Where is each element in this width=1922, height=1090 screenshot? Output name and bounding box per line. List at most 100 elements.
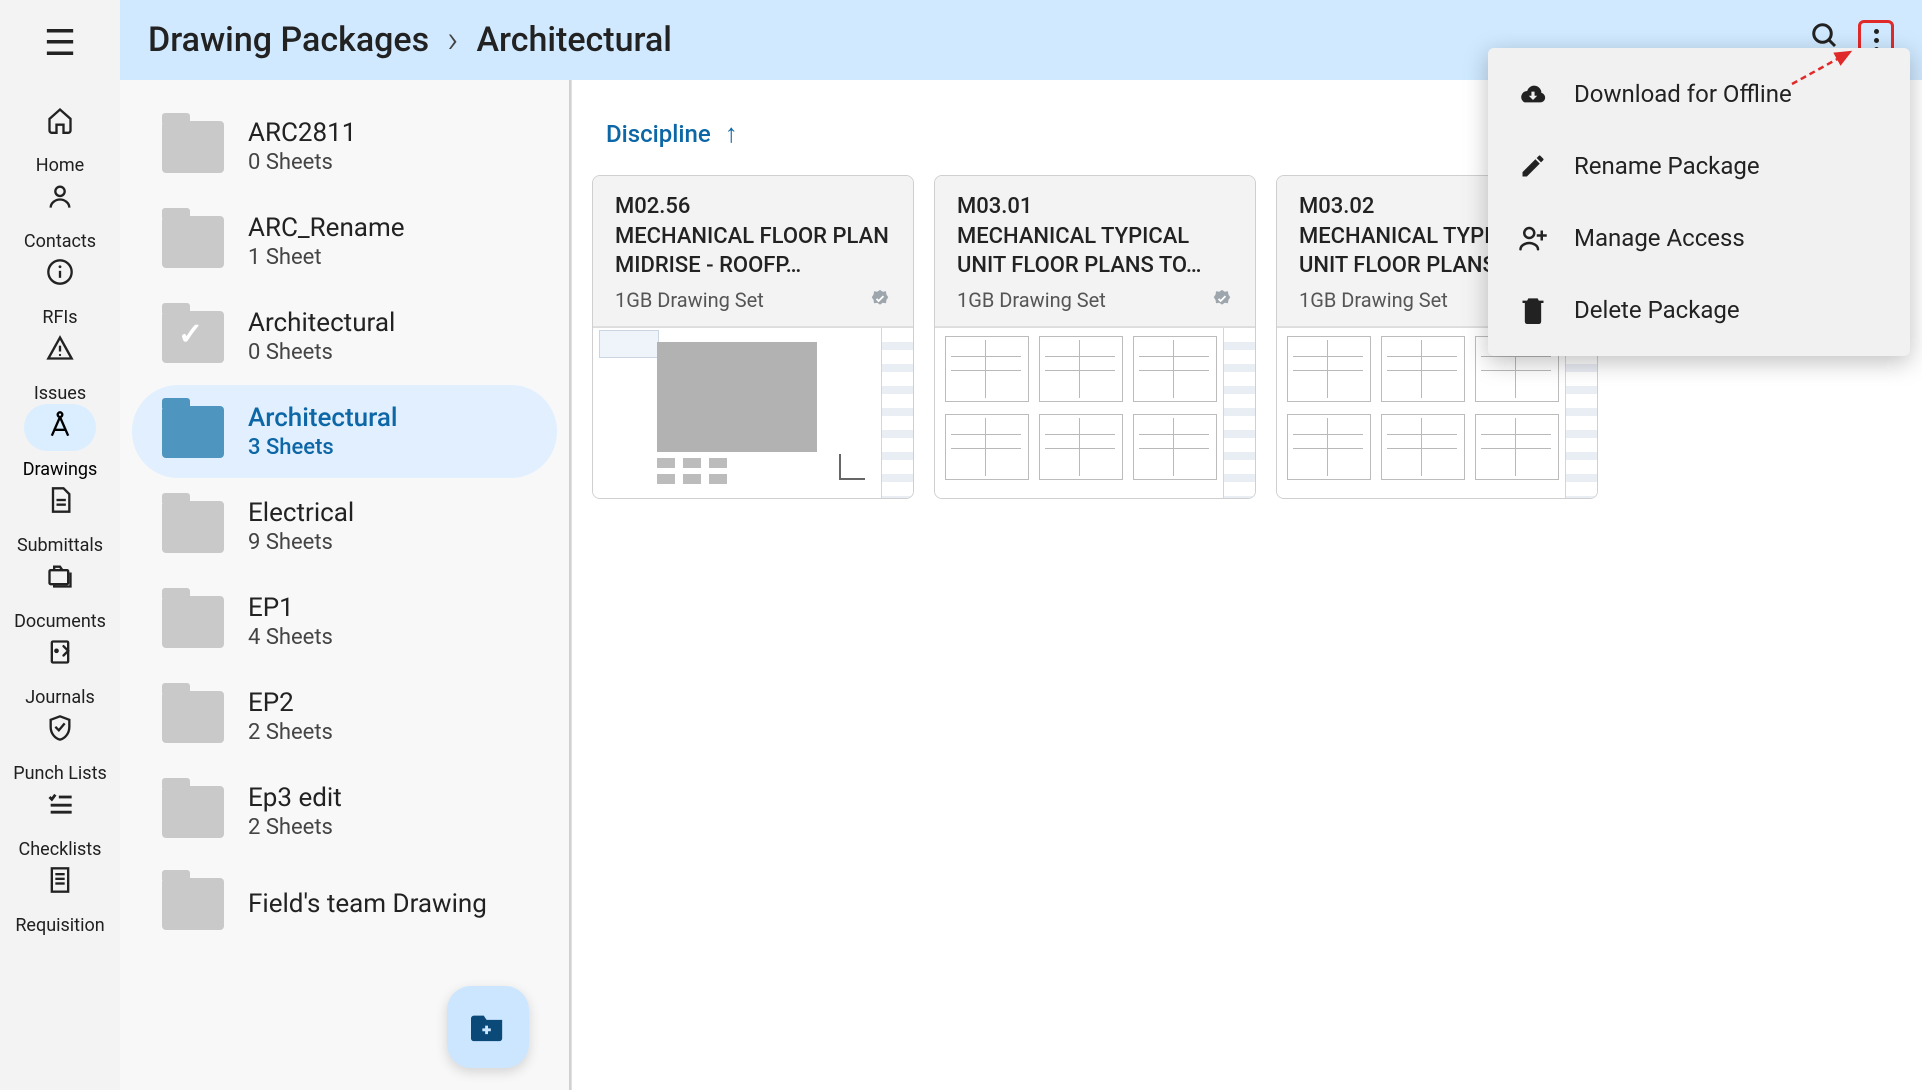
trash-icon bbox=[1516, 296, 1550, 324]
add-folder-fab[interactable] bbox=[447, 986, 529, 1068]
sidebar-item-journals[interactable]: Journals bbox=[13, 632, 107, 708]
verified-badge-icon bbox=[869, 289, 891, 311]
card-drawing-set: 1GB Drawing Set bbox=[615, 288, 764, 312]
chevron-right-icon: › bbox=[447, 21, 458, 59]
folder-sheet-count: 2 Sheets bbox=[248, 815, 342, 840]
journal-icon bbox=[46, 640, 74, 673]
cloud-download-icon bbox=[1516, 82, 1550, 106]
sidebar-item-punch-lists[interactable]: Punch Lists bbox=[13, 708, 107, 784]
folder-sheet-count: 9 Sheets bbox=[248, 530, 354, 555]
menu-manage-access[interactable]: Manage Access bbox=[1488, 202, 1910, 274]
menu-label: Rename Package bbox=[1574, 152, 1760, 180]
main-area: Drawing Packages › Architectural Downloa… bbox=[120, 0, 1922, 1090]
menu-delete-package[interactable]: Delete Package bbox=[1488, 274, 1910, 346]
card-code: M02.56 bbox=[615, 194, 891, 219]
breadcrumb-root[interactable]: Drawing Packages bbox=[148, 20, 429, 60]
folder-name: Ep3 edit bbox=[248, 783, 342, 813]
compass-icon bbox=[46, 412, 74, 445]
folder-icon bbox=[162, 501, 224, 553]
folder-sheet-count: 3 Sheets bbox=[248, 435, 397, 460]
folder-sheet-count: 1 Sheet bbox=[248, 245, 405, 270]
card-drawing-set: 1GB Drawing Set bbox=[957, 288, 1106, 312]
folder-sheet-count: 4 Sheets bbox=[248, 625, 333, 650]
sort-label: Discipline bbox=[606, 120, 711, 148]
drawing-card[interactable]: M02.56 MECHANICAL FLOOR PLAN MIDRISE - RO… bbox=[592, 175, 914, 499]
verified-badge-icon bbox=[1211, 289, 1233, 311]
sidebar-item-label: Drawings bbox=[23, 459, 98, 480]
hamburger-menu-icon[interactable]: ☰ bbox=[44, 22, 76, 64]
sidebar-item-label: Issues bbox=[34, 383, 86, 404]
folder-item[interactable]: Architectural0 Sheets bbox=[132, 290, 557, 383]
folder-icon bbox=[162, 216, 224, 268]
checklist-icon bbox=[46, 792, 74, 825]
folder-name: ARC_Rename bbox=[248, 213, 405, 243]
card-thumbnail bbox=[935, 327, 1255, 498]
sidebar-item-label: RFIs bbox=[42, 307, 77, 328]
menu-rename-package[interactable]: Rename Package bbox=[1488, 130, 1910, 202]
info-icon bbox=[46, 260, 74, 293]
folder-item[interactable]: EP22 Sheets bbox=[132, 670, 557, 763]
folder-item[interactable]: Electrical9 Sheets bbox=[132, 480, 557, 573]
sidebar-item-documents[interactable]: Documents bbox=[13, 556, 107, 632]
sidebar-item-rfis[interactable]: RFIs bbox=[13, 252, 107, 328]
sidebar-item-issues[interactable]: Issues bbox=[13, 328, 107, 404]
card-title: MECHANICAL TYPICAL UNIT FLOOR PLANS TO… bbox=[957, 223, 1233, 280]
arrow-up-icon: ↑ bbox=[725, 118, 738, 149]
menu-label: Download for Offline bbox=[1574, 80, 1792, 108]
folder-icon bbox=[162, 878, 224, 930]
folder-icon bbox=[162, 691, 224, 743]
menu-download-offline[interactable]: Download for Offline bbox=[1488, 58, 1910, 130]
sidebar-item-label: Journals bbox=[25, 687, 95, 708]
folder-item[interactable]: Field's team Drawing bbox=[132, 860, 557, 948]
receipt-icon bbox=[46, 868, 74, 901]
sidebar-item-drawings[interactable]: Drawings bbox=[13, 404, 107, 480]
sidebar-item-home[interactable]: Home bbox=[13, 100, 107, 176]
shield-icon bbox=[46, 716, 74, 749]
top-bar: Drawing Packages › Architectural Downloa… bbox=[120, 0, 1922, 80]
folder-sheet-count: 0 Sheets bbox=[248, 340, 395, 365]
sidebar-item-contacts[interactable]: Contacts bbox=[13, 176, 107, 252]
folder-icon bbox=[162, 406, 224, 458]
folder-list: ARC28110 SheetsARC_Rename1 SheetArchitec… bbox=[120, 80, 571, 1090]
menu-label: Manage Access bbox=[1574, 224, 1745, 252]
folder-item[interactable]: EP14 Sheets bbox=[132, 575, 557, 668]
sidebar-item-submittals[interactable]: Submittals bbox=[13, 480, 107, 556]
sidebar-item-label: Documents bbox=[14, 611, 106, 632]
menu-label: Delete Package bbox=[1574, 296, 1740, 324]
card-drawing-set: 1GB Drawing Set bbox=[1299, 288, 1448, 312]
sidebar-item-label: Contacts bbox=[24, 231, 96, 252]
folder-name: Electrical bbox=[248, 498, 354, 528]
note-icon bbox=[46, 488, 74, 521]
folder-name: Architectural bbox=[248, 308, 395, 338]
folder-name: EP2 bbox=[248, 688, 333, 718]
breadcrumb-current: Architectural bbox=[476, 20, 671, 60]
package-options-menu: Download for Offline Rename Package Mana… bbox=[1488, 48, 1910, 356]
sidebar-item-label: Home bbox=[36, 155, 84, 176]
sidebar-item-checklists[interactable]: Checklists bbox=[13, 784, 107, 860]
left-sidebar: ☰ Home Contacts RFIs Issues Drawings Submitta… bbox=[0, 0, 120, 1090]
sidebar-item-label: Submittals bbox=[17, 535, 103, 556]
folder-icon bbox=[162, 596, 224, 648]
folders-icon bbox=[46, 564, 74, 597]
folder-icon bbox=[162, 311, 224, 363]
folder-icon bbox=[162, 121, 224, 173]
person-add-icon bbox=[1516, 225, 1550, 251]
folder-name: Architectural bbox=[248, 403, 397, 433]
folder-item[interactable]: Architectural3 Sheets bbox=[132, 385, 557, 478]
folder-item[interactable]: ARC_Rename1 Sheet bbox=[132, 195, 557, 288]
warning-icon bbox=[46, 336, 74, 369]
sidebar-item-requisition[interactable]: Requisition bbox=[13, 860, 107, 936]
card-code: M03.01 bbox=[957, 194, 1233, 219]
sidebar-item-label: Checklists bbox=[19, 839, 102, 860]
folder-name: ARC2811 bbox=[248, 118, 356, 148]
folder-sheet-count: 2 Sheets bbox=[248, 720, 333, 745]
card-thumbnail bbox=[593, 327, 913, 498]
card-title: MECHANICAL FLOOR PLAN MIDRISE - ROOFP… bbox=[615, 223, 891, 280]
folder-name: Field's team Drawing bbox=[248, 889, 487, 919]
folder-sheet-count: 0 Sheets bbox=[248, 150, 356, 175]
folder-item[interactable]: Ep3 edit2 Sheets bbox=[132, 765, 557, 858]
folder-icon bbox=[162, 786, 224, 838]
folder-item[interactable]: ARC28110 Sheets bbox=[132, 100, 557, 193]
drawing-card[interactable]: M03.01 MECHANICAL TYPICAL UNIT FLOOR PLAN… bbox=[934, 175, 1256, 499]
sidebar-item-label: Requisition bbox=[15, 915, 104, 936]
